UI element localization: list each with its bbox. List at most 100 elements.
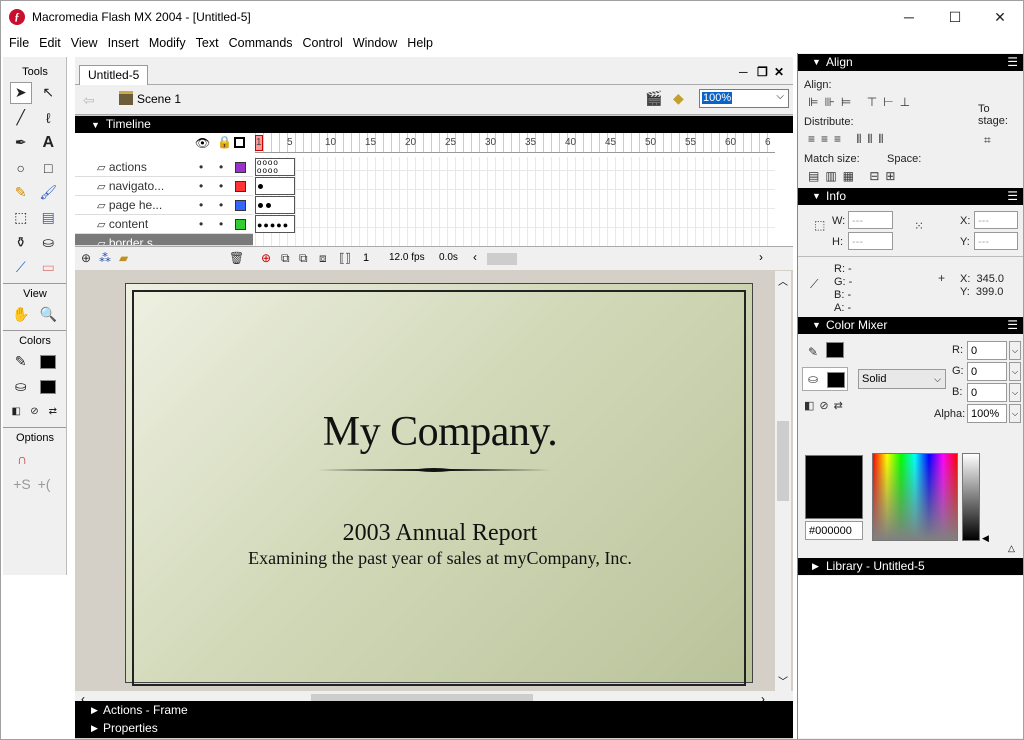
fill-color-swatch[interactable] xyxy=(37,376,59,398)
minimize-button[interactable]: ─ xyxy=(886,1,932,33)
mixer-color-buttons[interactable]: ◧⊘⇄ xyxy=(804,399,848,412)
layer-color-box[interactable] xyxy=(235,200,246,211)
layer-row[interactable]: ▱ page he... • • xyxy=(75,196,253,215)
doc-close-icon[interactable]: ✕ xyxy=(774,65,784,79)
lock-icon[interactable]: 🔒 xyxy=(217,135,232,149)
doc-minimize-icon[interactable]: ─ xyxy=(739,65,748,79)
document-tab[interactable]: Untitled-5 xyxy=(79,65,149,85)
layer-color-box[interactable] xyxy=(235,162,246,173)
add-motion-guide-icon[interactable]: ⁂ xyxy=(99,251,111,265)
eyedropper-tool-icon[interactable]: ⟋ xyxy=(10,257,32,279)
menu-control[interactable]: Control xyxy=(298,33,348,53)
scroll-left-icon[interactable]: ‹ xyxy=(473,250,477,264)
g-dropdown-icon[interactable]: ⌵ xyxy=(1009,362,1021,381)
brightness-pointer-icon[interactable]: ◀ xyxy=(982,533,989,544)
info-panel-header[interactable]: ▼ Info ☰ xyxy=(798,188,1023,205)
line-tool-icon[interactable]: ╱ xyxy=(10,107,32,129)
info-w-field[interactable]: --- xyxy=(848,211,893,229)
pencil-tool-icon[interactable]: ✎ xyxy=(10,182,32,204)
menu-text[interactable]: Text xyxy=(191,33,224,53)
menu-commands[interactable]: Commands xyxy=(224,33,298,53)
doc-restore-icon[interactable]: ❐ xyxy=(757,65,768,79)
center-frame-icon[interactable]: ⊕ xyxy=(261,251,271,265)
info-x-field[interactable]: --- xyxy=(974,211,1018,229)
r-dropdown-icon[interactable]: ⌵ xyxy=(1009,341,1021,360)
layer-row[interactable]: ▱ navigato... • • xyxy=(75,177,253,196)
align-panel-header[interactable]: ▼ Align ☰ xyxy=(798,54,1023,71)
black-white-icon[interactable]: ◧ xyxy=(7,401,25,423)
stage-canvas[interactable]: My Company. 2003 Annual Report Examining… xyxy=(125,283,754,686)
info-y-field[interactable]: --- xyxy=(974,232,1018,250)
edit-symbols-icon[interactable]: ◆ xyxy=(673,90,684,107)
no-color-icon[interactable]: ⊘ xyxy=(25,401,43,423)
menu-view[interactable]: View xyxy=(66,33,103,53)
keyframes-actions[interactable]: oooo oooo xyxy=(255,158,295,176)
layer-row-selected[interactable]: ▱ border s... xyxy=(75,234,253,246)
lasso-tool-icon[interactable]: ℓ xyxy=(37,107,59,129)
brush-tool-icon[interactable]: 🖌 xyxy=(37,182,59,204)
onion-skin-icon[interactable]: ⧉ xyxy=(281,251,290,266)
edit-multiple-frames-icon[interactable]: ⧈ xyxy=(319,251,327,266)
stroke-swatch[interactable] xyxy=(826,342,844,358)
oval-tool-icon[interactable]: ○ xyxy=(10,157,32,179)
g-field[interactable]: 0 xyxy=(967,362,1007,381)
snap-magnet-icon[interactable]: ∩ xyxy=(11,448,33,470)
layer-row[interactable]: ▱ actions • • xyxy=(75,158,253,177)
zoom-tool-icon[interactable]: 🔍 xyxy=(37,304,59,326)
swap-colors-icon[interactable]: ⇄ xyxy=(44,401,62,423)
hex-field[interactable]: #000000 xyxy=(805,521,863,540)
r-field[interactable]: 0 xyxy=(967,341,1007,360)
zoom-select[interactable]: 100% ⌵ xyxy=(699,89,789,108)
menu-edit[interactable]: Edit xyxy=(34,33,66,53)
modify-onion-markers-icon[interactable]: ⟦⟧ xyxy=(339,251,351,265)
menu-help[interactable]: Help xyxy=(402,33,438,53)
eraser-tool-icon[interactable]: ▭ xyxy=(37,257,59,279)
keyframes-page-header[interactable] xyxy=(255,196,295,214)
layer-row[interactable]: ▱ content • • xyxy=(75,215,253,234)
menu-insert[interactable]: Insert xyxy=(103,33,144,53)
keyframes-content[interactable]: ●●●●● xyxy=(255,215,295,233)
close-button[interactable]: ✕ xyxy=(977,1,1023,33)
frame-rate[interactable]: 12.0 fps xyxy=(389,252,425,263)
menu-modify[interactable]: Modify xyxy=(144,33,191,53)
library-panel-header[interactable]: ▶ Library - Untitled-5 xyxy=(798,558,1023,575)
b-dropdown-icon[interactable]: ⌵ xyxy=(1009,383,1021,402)
distribute-buttons-row[interactable]: ≡≡≡ ⫴⫴⫴ xyxy=(808,132,889,147)
registration-grid-icon[interactable]: ⁙ xyxy=(914,219,924,233)
b-field[interactable]: 0 xyxy=(967,383,1007,402)
color-mixer-header[interactable]: ▼ Color Mixer ☰ xyxy=(798,317,1023,334)
arrow-tool-icon[interactable]: ➤ xyxy=(9,81,32,104)
stage-vscrollbar[interactable]: ︿ ﹀ xyxy=(775,271,791,691)
collapse-mixer-icon[interactable]: △ xyxy=(1008,543,1015,554)
ink-bottle-tool-icon[interactable]: ⚱ xyxy=(10,232,32,254)
hand-tool-icon[interactable]: ✋ xyxy=(10,304,32,326)
stage-area[interactable]: My Company. 2003 Annual Report Examining… xyxy=(75,271,793,691)
subselect-tool-icon[interactable]: ↖ xyxy=(37,82,59,104)
to-stage-button[interactable]: ⌗ xyxy=(984,133,991,148)
insert-folder-icon[interactable]: ▰ xyxy=(119,251,128,265)
back-arrow-icon[interactable]: ⇦ xyxy=(83,92,95,109)
match-size-buttons-row[interactable]: ▤▥▦ ⊟⊞ xyxy=(808,169,901,183)
scene-label[interactable]: Scene 1 xyxy=(137,92,181,106)
text-tool-icon[interactable]: A xyxy=(37,132,59,154)
info-h-field[interactable]: --- xyxy=(848,232,893,250)
alpha-dropdown-icon[interactable]: ⌵ xyxy=(1009,404,1021,423)
brightness-slider[interactable] xyxy=(962,453,980,541)
fill-swatch-container[interactable]: ⛀ xyxy=(802,367,848,391)
keyframes-navigation[interactable] xyxy=(255,177,295,195)
color-spectrum[interactable] xyxy=(872,453,958,541)
timeline-header[interactable]: ▼ Timeline xyxy=(75,116,793,133)
insert-layer-icon[interactable]: ⊕ xyxy=(81,251,91,265)
company-heading[interactable]: My Company. xyxy=(126,408,754,456)
layer-color-box[interactable] xyxy=(235,181,246,192)
eye-icon[interactable]: 👁 xyxy=(195,136,210,150)
straighten-icon[interactable]: +( xyxy=(33,473,55,495)
edit-scene-icon[interactable]: 🎬 xyxy=(645,90,662,107)
report-title[interactable]: 2003 Annual Report xyxy=(126,520,754,547)
smooth-icon[interactable]: +S xyxy=(11,473,33,495)
fill-swatch[interactable] xyxy=(827,372,845,388)
fill-type-select[interactable]: Solid ⌵ xyxy=(858,369,946,389)
maximize-button[interactable]: ☐ xyxy=(932,1,978,33)
report-tagline[interactable]: Examining the past year of sales at myCo… xyxy=(126,548,754,569)
menu-window[interactable]: Window xyxy=(348,33,402,53)
